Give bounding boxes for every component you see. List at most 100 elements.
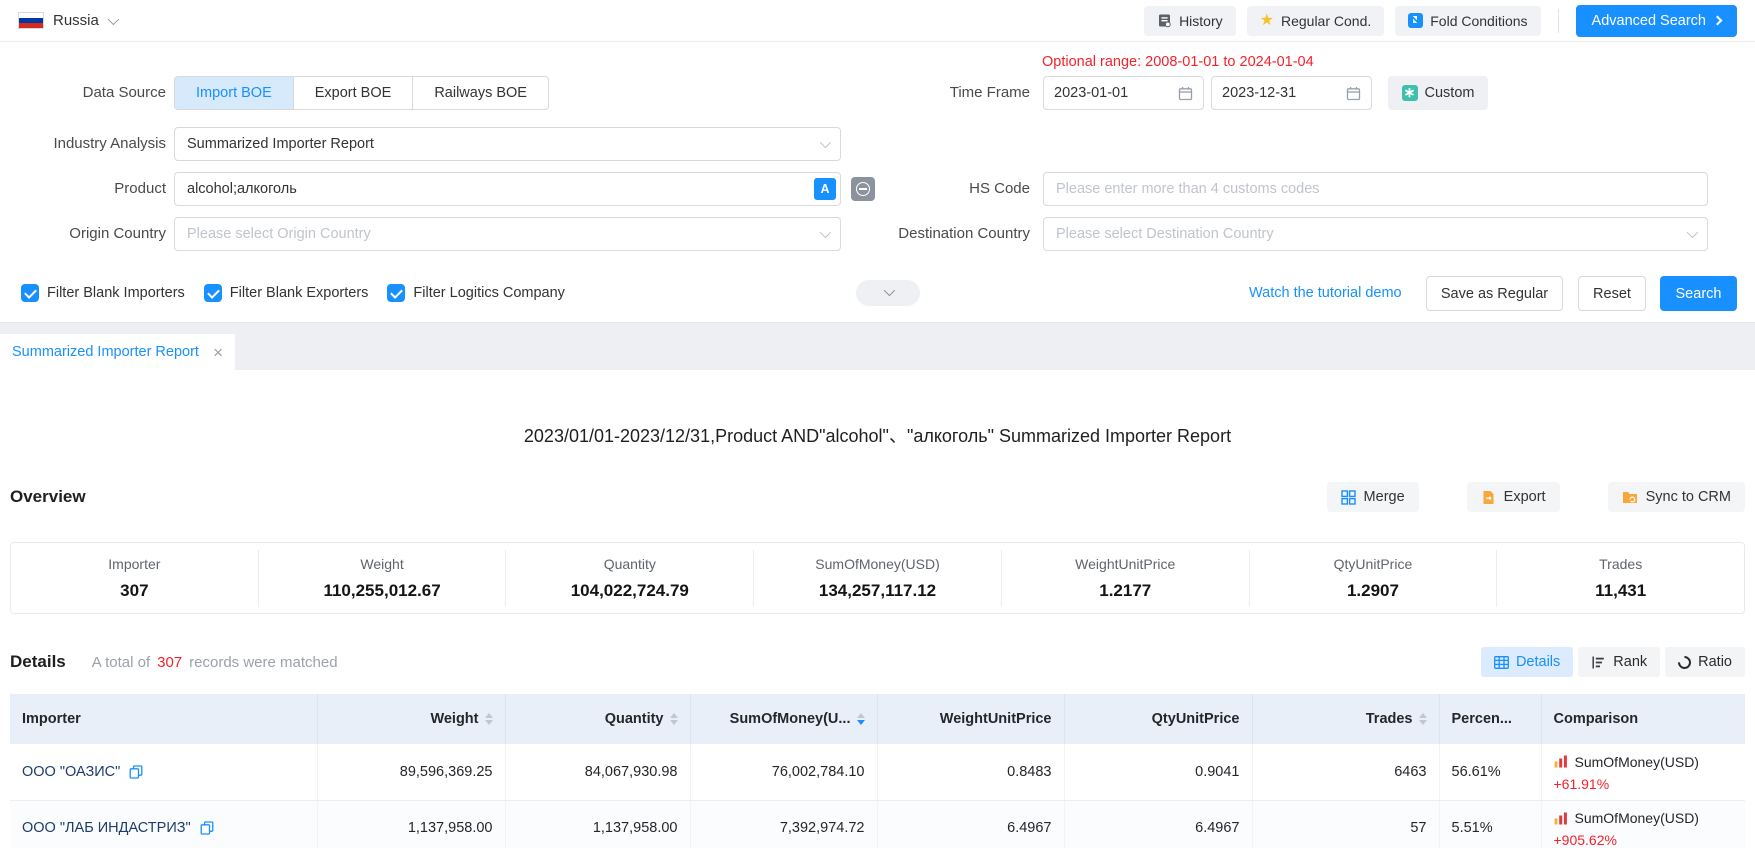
filter-blank-exporters-checkbox[interactable]: Filter Blank Exporters — [204, 284, 369, 302]
start-date-input[interactable]: 2023-01-01 — [1043, 76, 1204, 110]
stat-label: Weight — [259, 556, 506, 572]
quantity-cell: 1,137,958.00 — [505, 800, 690, 848]
calendar-icon — [1178, 86, 1193, 101]
end-date-input[interactable]: 2023-12-31 — [1211, 76, 1372, 110]
comparison-change: +905.62% — [1554, 832, 1734, 848]
total-suffix: records were matched — [189, 654, 337, 671]
stat-value: 110,255,012.67 — [259, 581, 506, 601]
stat-label: Importer — [11, 556, 258, 572]
qty-unit-price-cell: 6.4967 — [1064, 800, 1252, 848]
tab-railways-boe[interactable]: Railways BOE — [413, 77, 548, 109]
tutorial-link[interactable]: Watch the tutorial demo — [1249, 276, 1402, 310]
top-bar: Russia History ★ Regular Cond. Fold Cond… — [0, 0, 1755, 42]
view-rank-label: Rank — [1613, 654, 1647, 670]
column-qty-unit-price: QtyUnitPrice — [1064, 694, 1252, 744]
data-source-label: Data Source — [0, 76, 166, 110]
comparison-metric: SumOfMoney(USD) — [1575, 754, 1699, 770]
close-icon[interactable]: × — [213, 344, 223, 361]
importer-cell: ООО "ОАЗИС" — [10, 744, 317, 800]
export-label: Export — [1504, 489, 1546, 505]
importer-cell: ООО "ЛАБ ИНДАСТРИЗ" — [10, 800, 317, 848]
country-name: Russia — [53, 12, 99, 29]
advanced-search-label: Advanced Search — [1592, 13, 1706, 29]
hs-code-input[interactable] — [1043, 172, 1708, 206]
fold-conditions-button[interactable]: Fold Conditions — [1395, 6, 1540, 36]
origin-country-label: Origin Country — [0, 217, 166, 251]
view-rank-button[interactable]: Rank — [1578, 647, 1660, 677]
product-input[interactable] — [174, 172, 841, 206]
checkbox-checked-icon — [387, 284, 405, 302]
bar-chart-icon — [1554, 755, 1568, 768]
column-quantity[interactable]: Quantity — [505, 694, 690, 744]
destination-country-select[interactable]: Please select Destination Country — [1043, 217, 1708, 251]
merge-button[interactable]: Merge — [1327, 482, 1419, 512]
sort-icon-active[interactable] — [857, 713, 865, 726]
custom-icon — [1402, 85, 1418, 101]
filter-blank-importers-label: Filter Blank Importers — [47, 285, 185, 301]
stat-label: WeightUnitPrice — [1002, 556, 1249, 572]
topbar-actions: History ★ Regular Cond. Fold Conditions … — [1144, 5, 1737, 37]
history-button[interactable]: History — [1144, 6, 1236, 36]
quantity-cell: 84,067,930.98 — [505, 744, 690, 800]
sort-icon[interactable] — [485, 713, 493, 726]
copy-icon[interactable] — [200, 821, 214, 835]
weight-unit-price-cell: 0.8483 — [877, 744, 1064, 800]
comparison-cell: SumOfMoney(USD) +61.91% — [1541, 744, 1745, 800]
tab-summarized-importer-report[interactable]: Summarized Importer Report × — [0, 334, 235, 370]
translate-icon[interactable] — [814, 178, 836, 200]
column-weight[interactable]: Weight — [317, 694, 505, 744]
start-date-value: 2023-01-01 — [1054, 85, 1128, 101]
country-selector[interactable]: Russia — [18, 12, 116, 29]
report-title: 2023/01/01-2023/12/31,Product AND"alcoho… — [0, 422, 1755, 448]
origin-country-select[interactable]: Please select Origin Country — [174, 217, 841, 251]
table-row: ООО "ОАЗИС" 89,596,369.25 84,067,930.98 … — [10, 744, 1745, 800]
regular-cond-button[interactable]: ★ Regular Cond. — [1247, 6, 1385, 36]
reset-button[interactable]: Reset — [1578, 276, 1646, 311]
filter-blank-exporters-label: Filter Blank Exporters — [230, 285, 369, 301]
destination-country-placeholder: Please select Destination Country — [1056, 226, 1274, 242]
stat-value: 1.2177 — [1002, 581, 1249, 601]
custom-range-button[interactable]: Custom — [1388, 76, 1488, 110]
industry-analysis-select[interactable]: Summarized Importer Report — [174, 127, 841, 161]
sum-cell: 7,392,974.72 — [690, 800, 877, 848]
qty-unit-price-cell: 0.9041 — [1064, 744, 1252, 800]
importer-name-link[interactable]: ООО "ЛАБ ИНДАСТРИЗ" — [22, 820, 191, 836]
comparison-cell: SumOfMoney(USD) +905.62% — [1541, 800, 1745, 848]
column-comparison: Comparison — [1541, 694, 1745, 744]
column-trades[interactable]: Trades — [1252, 694, 1439, 744]
view-ratio-button[interactable]: Ratio — [1665, 647, 1745, 677]
view-switcher: Details Rank Ratio — [1481, 647, 1745, 677]
filter-blank-importers-checkbox[interactable]: Filter Blank Importers — [21, 284, 185, 302]
stat-trades: Trades 11,431 — [1496, 550, 1744, 607]
origin-country-placeholder: Please select Origin Country — [187, 226, 371, 242]
filter-logistics-company-checkbox[interactable]: Filter Logitics Company — [387, 284, 565, 302]
fold-conditions-label: Fold Conditions — [1430, 13, 1527, 29]
sync-to-crm-label: Sync to CRM — [1646, 489, 1731, 505]
sort-icon[interactable] — [1419, 713, 1427, 726]
copy-icon[interactable] — [129, 765, 143, 779]
sync-to-crm-button[interactable]: Sync to CRM — [1608, 482, 1745, 512]
product-label: Product — [0, 172, 166, 206]
collapse-conditions-button[interactable] — [856, 280, 920, 306]
stat-importer: Importer 307 — [11, 550, 258, 607]
table-icon — [1494, 656, 1509, 669]
tab-import-boe[interactable]: Import BOE — [175, 77, 294, 109]
view-details-button[interactable]: Details — [1481, 647, 1573, 677]
advanced-search-button[interactable]: Advanced Search — [1576, 5, 1737, 37]
sort-icon[interactable] — [670, 713, 678, 726]
importer-name-link[interactable]: ООО "ОАЗИС" — [22, 764, 120, 780]
history-icon — [1157, 13, 1172, 28]
rank-icon — [1591, 655, 1606, 670]
weight-unit-price-cell: 6.4967 — [877, 800, 1064, 848]
percentage-cell: 56.61% — [1439, 744, 1541, 800]
fold-icon — [1408, 13, 1423, 28]
search-button[interactable]: Search — [1660, 276, 1737, 311]
save-as-regular-button[interactable]: Save as Regular — [1426, 276, 1563, 311]
filter-checkbox-row: Filter Blank Importers Filter Blank Expo… — [21, 276, 565, 310]
chevron-right-icon — [1713, 16, 1723, 26]
export-button[interactable]: Export — [1467, 482, 1560, 512]
filter-logistics-company-label: Filter Logitics Company — [413, 285, 565, 301]
column-sum-of-money[interactable]: SumOfMoney(U... — [690, 694, 877, 744]
tab-export-boe[interactable]: Export BOE — [294, 77, 414, 109]
sum-cell: 76,002,784.10 — [690, 744, 877, 800]
